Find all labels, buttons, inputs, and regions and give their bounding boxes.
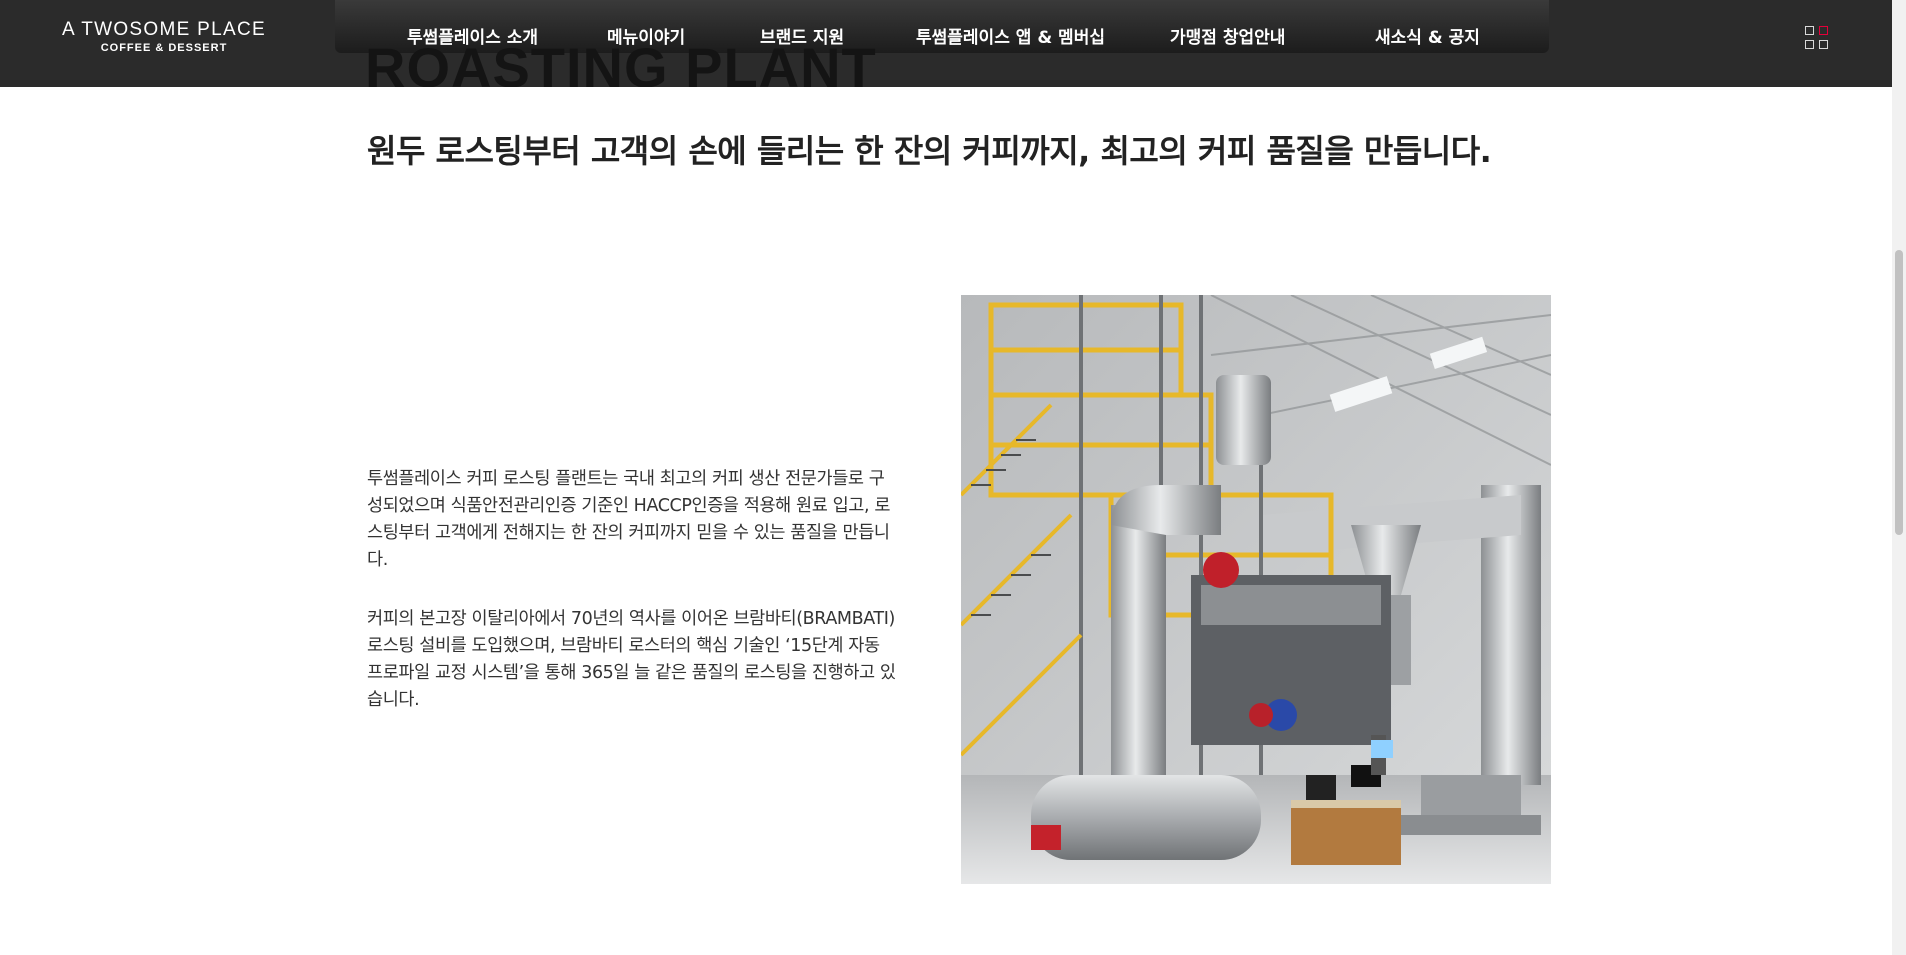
nav-item-brand-support[interactable]: 브랜드 지원 <box>760 27 844 49</box>
page-headline: 원두 로스팅부터 고객의 손에 들리는 한 잔의 커피까지, 최고의 커피 품질… <box>367 132 1492 170</box>
nav-item-about[interactable]: 투썸플레이스 소개 <box>407 27 538 49</box>
brand-logo[interactable]: A TWOSOME PLACE COFFEE & DESSERT <box>55 19 273 55</box>
site-header: ROASTING PLANT A TWOSOME PLACE COFFEE & … <box>0 0 1892 87</box>
page-scrollbar[interactable] <box>1892 0 1906 955</box>
nav-item-app-membership[interactable]: 투썸플레이스 앱 & 멤버십 <box>916 27 1105 49</box>
grid-menu-icon[interactable] <box>1805 26 1830 51</box>
roasting-plant-photo <box>961 295 1551 884</box>
nav-item-franchise[interactable]: 가맹점 창업안내 <box>1170 27 1285 49</box>
brand-tagline: COFFEE & DESSERT <box>100 42 228 54</box>
nav-item-menu-story[interactable]: 메뉴이야기 <box>607 27 685 49</box>
brambati-paragraph: 커피의 본고장 이탈리아에서 70년의 역사를 이어온 브람바티(BRAMBAT… <box>367 609 896 710</box>
brand-name: A TWOSOME PLACE <box>62 19 266 40</box>
scrollbar-thumb[interactable] <box>1895 250 1903 535</box>
roasting-plant-illustration <box>961 295 1551 884</box>
intro-paragraph: 투썸플레이스 커피 로스팅 플랜트는 국내 최고의 커피 생산 전문가들로 구성… <box>367 469 891 570</box>
nav-item-news[interactable]: 새소식 & 공지 <box>1375 27 1480 49</box>
